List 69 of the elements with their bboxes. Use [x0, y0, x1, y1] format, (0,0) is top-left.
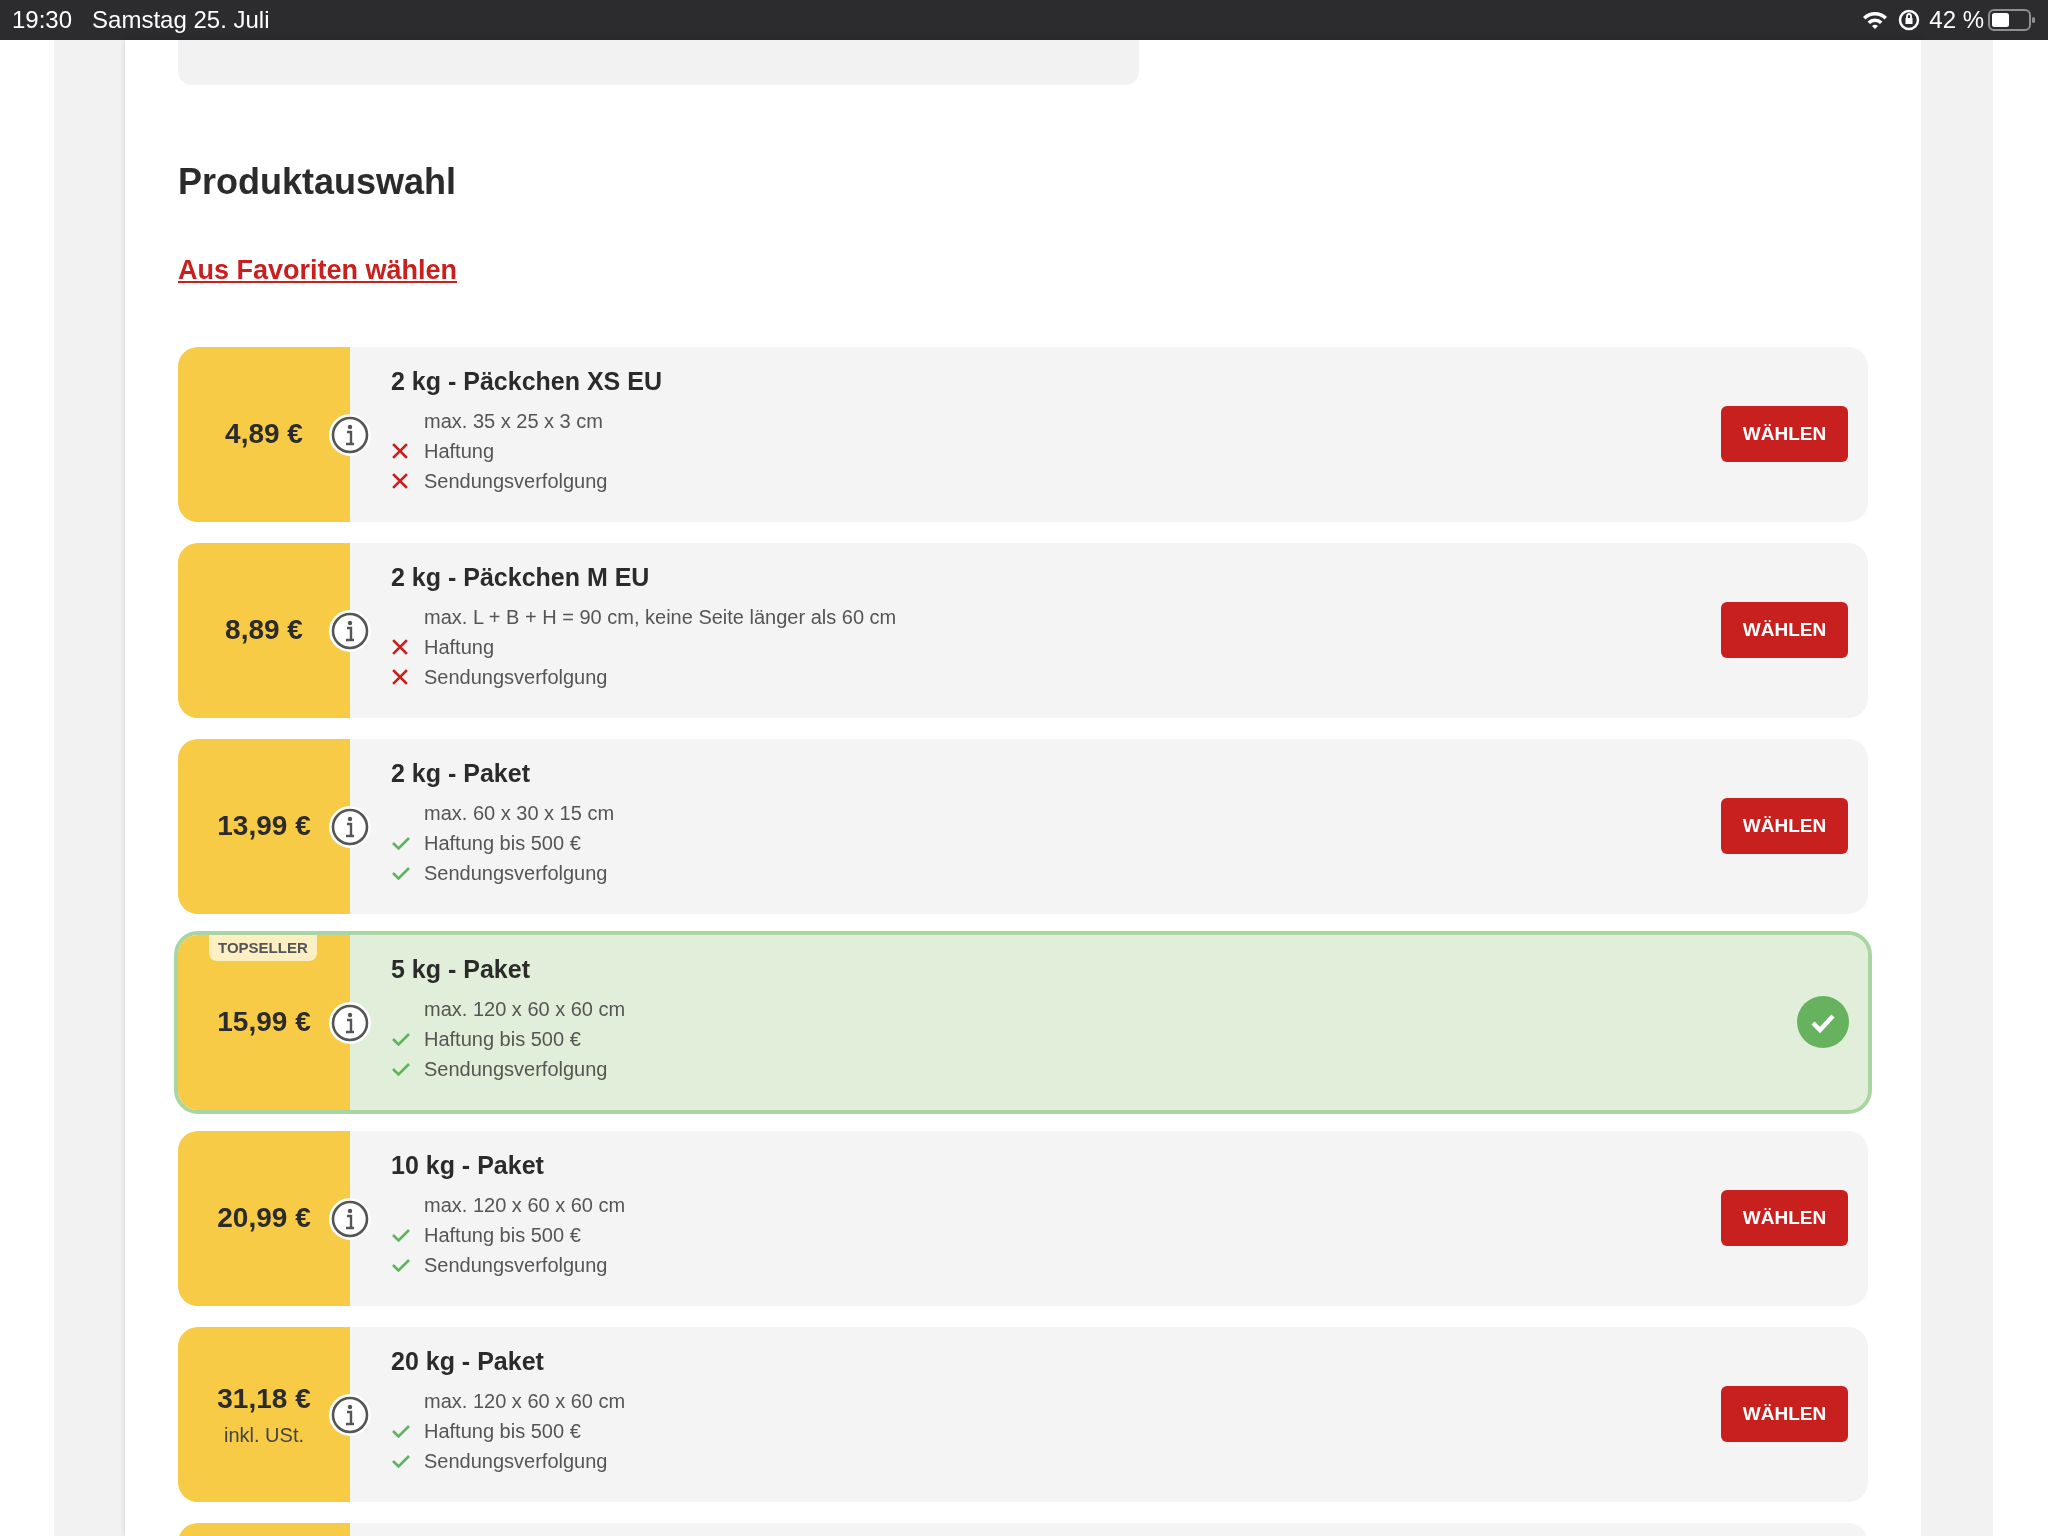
price: 31,18 €	[217, 1382, 311, 1416]
size-limit: max. 35 x 25 x 3 cm	[424, 409, 604, 434]
rotation-lock-icon	[1897, 8, 1922, 32]
price: 13,99 €	[217, 809, 311, 843]
check-icon	[391, 1423, 411, 1439]
size-limit: max. 120 x 60 x 60 cm	[424, 1193, 627, 1218]
cross-icon	[391, 638, 409, 656]
info-icon[interactable]	[328, 804, 372, 849]
check-icon	[391, 1257, 411, 1273]
check-icon	[391, 865, 411, 881]
choose-button[interactable]: WÄHLEN	[1721, 406, 1848, 462]
product-card[interactable]: 8,89 € 2 kg - Päckchen M EU max. L + B + H = 90 cm, keine Seite länger als 60 cm Haftung Sendungsverfolgung WÄHLEN	[178, 542, 1868, 718]
choose-button[interactable]: WÄHLEN	[1721, 798, 1848, 854]
feature-text: Haftung bis 500 €	[424, 1419, 581, 1444]
price: 20,99 €	[217, 1201, 311, 1235]
info-icon[interactable]	[328, 1196, 372, 1241]
feature-text: Sendungsverfolgung	[424, 1057, 608, 1082]
battery-icon	[1988, 8, 2036, 32]
check-icon	[391, 835, 411, 851]
check-icon	[391, 1031, 411, 1047]
cross-icon	[391, 442, 409, 460]
product-card[interactable]: 20,99 € 10 kg - Paket max. 120 x 60 x 60 cm Haftung bis 500 € Sendungsverfolgung WÄHLEN	[178, 1130, 1868, 1306]
feature-text: Sendungsverfolgung	[424, 469, 608, 494]
product-card[interactable]: 13,99 € 2 kg - Paket max. 60 x 30 x 15 cm Haftung bis 500 € Sendungsverfolgung WÄHLEN	[178, 738, 1868, 914]
price: 15,99 €	[217, 1005, 311, 1039]
size-limit: max. 120 x 60 x 60 cm	[424, 1389, 627, 1414]
feature-text: Haftung	[424, 439, 495, 464]
size-limit: max. 60 x 30 x 15 cm	[424, 801, 616, 826]
choose-button[interactable]: WÄHLEN	[1721, 1190, 1848, 1246]
check-icon	[391, 1227, 411, 1243]
price: 8,89 €	[225, 613, 303, 647]
price: 4,89 €	[225, 417, 303, 451]
product-title: 5 kg - Paket	[391, 953, 531, 985]
selected-check-icon	[1797, 996, 1849, 1048]
info-icon[interactable]	[328, 608, 372, 653]
info-icon[interactable]	[328, 1392, 372, 1437]
choose-button[interactable]: WÄHLEN	[1721, 602, 1848, 658]
feature-text: Sendungsverfolgung	[424, 1253, 608, 1278]
status-date: Samstag 25. Juli	[92, 5, 270, 35]
size-limit: max. 120 x 60 x 60 cm	[424, 997, 627, 1022]
battery-percentage: 42 %	[1929, 5, 1984, 35]
wifi-icon	[1861, 9, 1890, 31]
feature-text: Sendungsverfolgung	[424, 861, 608, 886]
cross-icon	[391, 668, 409, 686]
product-title: 2 kg - Päckchen M EU	[391, 561, 651, 593]
cross-icon	[391, 472, 409, 490]
size-limit: max. L + B + H = 90 cm, keine Seite länger als 60 cm	[424, 605, 898, 630]
favorites-link[interactable]: Aus Favoriten wählen	[178, 250, 458, 291]
price-note: inkl. USt.	[224, 1423, 304, 1448]
feature-text: Haftung bis 500 €	[424, 1223, 581, 1248]
info-icon[interactable]	[328, 412, 372, 457]
info-icon[interactable]	[328, 1000, 372, 1045]
feature-text: Haftung	[424, 635, 495, 660]
product-card[interactable]: 31,18 € inkl. USt. 20 kg - Paket max. 120 x 60 x 60 cm Haftung bis 500 € Sendungsverfolgung WÄHLEN	[178, 1326, 1868, 1502]
product-title: 20 kg - Paket	[391, 1345, 545, 1377]
choose-button[interactable]: WÄHLEN	[1721, 1386, 1848, 1442]
status-time: 19:30	[12, 5, 73, 35]
check-icon	[391, 1061, 411, 1077]
feature-text: Haftung bis 500 €	[424, 1027, 581, 1052]
feature-text: Sendungsverfolgung	[424, 665, 608, 690]
section-heading: Produktauswahl	[178, 160, 458, 204]
product-title: 10 kg - Paket	[391, 1149, 545, 1181]
product-title: 2 kg - Paket	[391, 757, 531, 789]
check-icon	[391, 1453, 411, 1469]
product-card[interactable]: 4,89 € 2 kg - Päckchen XS EU max. 35 x 25 x 3 cm Haftung Sendungsverfolgung WÄHLEN	[178, 346, 1868, 522]
topseller-badge: TOPSELLER	[209, 934, 317, 961]
product-title: 2 kg - Päckchen XS EU	[391, 365, 663, 397]
feature-text: Sendungsverfolgung	[424, 1449, 608, 1474]
feature-text: Haftung bis 500 €	[424, 831, 581, 856]
